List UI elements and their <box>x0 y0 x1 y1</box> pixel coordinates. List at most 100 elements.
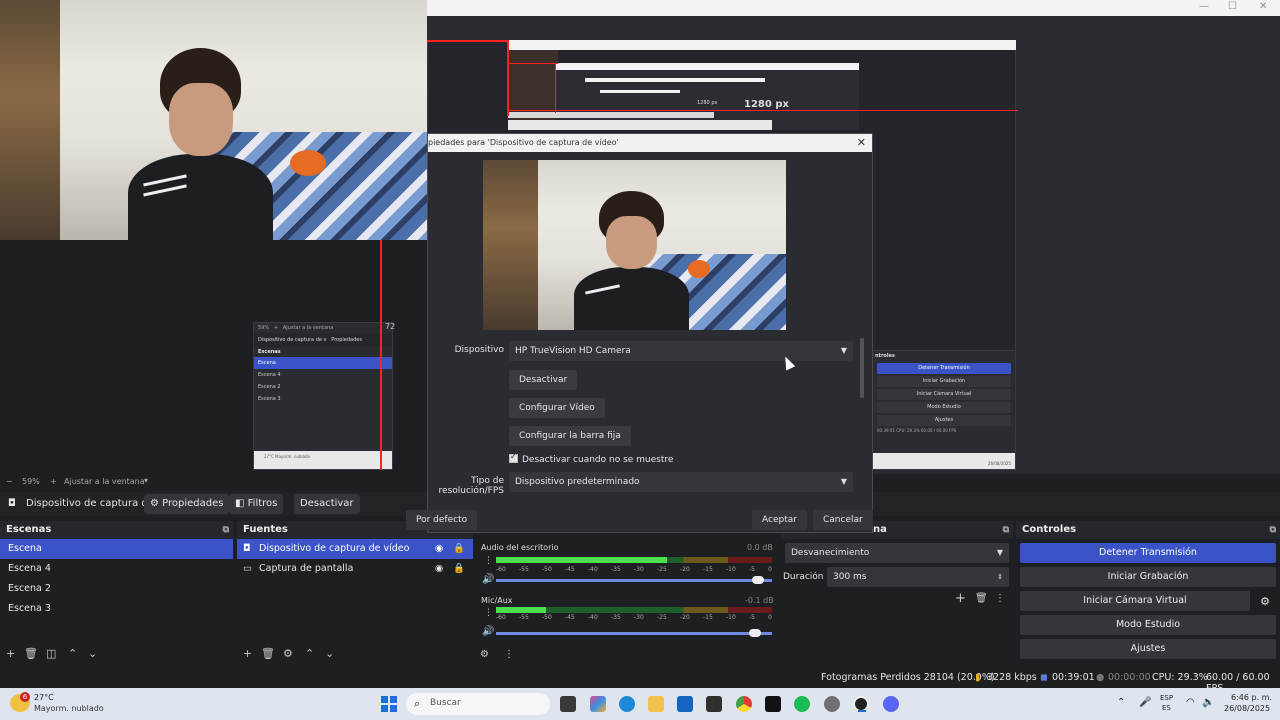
nested-source-name: Dispositivo de captura de v <box>258 337 327 343</box>
meter-tick-label: -5 <box>749 614 755 621</box>
add-icon[interactable]: + <box>6 647 15 660</box>
gear-icon[interactable]: ⚙ <box>1260 595 1270 608</box>
dialog-scrollbar[interactable] <box>860 338 864 398</box>
move-up-icon[interactable]: ⌃ <box>68 647 77 660</box>
volume-icon[interactable]: 🔈 <box>1202 697 1214 708</box>
add-icon[interactable]: + <box>243 647 252 660</box>
move-up-icon[interactable]: ⌃ <box>305 647 314 660</box>
resolution-value: Dispositivo predeterminado <box>515 477 640 487</box>
properties-button[interactable]: ⚙ Propiedades <box>144 494 230 514</box>
filter-icon[interactable]: ◫ <box>46 647 56 660</box>
cancel-button[interactable]: Cancelar <box>813 510 873 530</box>
mail-icon[interactable] <box>677 696 693 712</box>
accept-button[interactable]: Aceptar <box>752 510 807 530</box>
configure-video-button[interactable]: Configurar Vídeo <box>509 398 605 418</box>
transition-select[interactable]: Desvanecimiento ▼ <box>785 543 1009 563</box>
volume-knob[interactable] <box>751 576 764 584</box>
chevron-down-icon: ▼ <box>996 548 1003 557</box>
minimize-icon[interactable]: — <box>1199 1 1209 12</box>
maximize-icon[interactable]: ☐ <box>1228 1 1237 12</box>
taskbar-search[interactable]: ⌕ Buscar <box>406 693 550 715</box>
gear-icon[interactable]: ⚙ <box>283 647 293 660</box>
start-recording-button[interactable]: Iniciar Grabación <box>1020 567 1276 587</box>
device-select[interactable]: HP TrueVision HD Camera ▼ <box>509 341 853 361</box>
edge-icon[interactable] <box>619 696 635 712</box>
meter-tick-label: -25 <box>657 566 667 573</box>
duration-input[interactable]: 300 ms ⇕ <box>827 567 1009 587</box>
kebab-menu-icon[interactable]: ⋮ <box>484 608 493 618</box>
resolution-select[interactable]: Dispositivo predeterminado ▼ <box>509 472 853 492</box>
file-explorer-icon[interactable] <box>648 696 664 712</box>
fit-to-window[interactable]: Ajustar a la ventana <box>64 477 145 486</box>
clock-time[interactable]: 6:46 p. m. <box>1231 693 1272 702</box>
dock-menu-icon[interactable]: ⧉ <box>1003 521 1009 539</box>
deactivate-button[interactable]: Desactivar <box>294 494 360 514</box>
lock-icon[interactable]: 🔒 <box>453 559 465 579</box>
eye-icon[interactable]: ◉ <box>435 559 443 579</box>
zoom-plus-icon[interactable]: + <box>50 477 57 486</box>
mixer-settings-icon[interactable]: ⚙ <box>480 649 489 660</box>
move-down-icon[interactable]: ⌄ <box>325 647 334 660</box>
scene-item[interactable]: Escena 2 <box>0 579 233 599</box>
configure-crossbar-button[interactable]: Configurar la barra fija <box>509 426 631 446</box>
virtual-camera-button[interactable]: Iniciar Cámara Virtual <box>1020 591 1250 611</box>
volume-slider[interactable] <box>496 576 772 584</box>
source-item[interactable]: ▭ Captura de pantalla ◉ 🔒 <box>237 559 473 579</box>
move-down-icon[interactable]: ⌄ <box>88 647 97 660</box>
settings-button[interactable]: Ajustes <box>1020 639 1276 659</box>
keyboard-layout[interactable]: ES <box>1162 704 1171 712</box>
task-view-icon[interactable] <box>560 696 576 712</box>
filters-button[interactable]: ◧ Filtros <box>229 494 284 514</box>
dock-menu-icon[interactable]: ⧉ <box>1270 521 1276 539</box>
close-icon[interactable]: ✕ <box>1259 1 1267 12</box>
source-item[interactable]: ◘ Dispositivo de captura de vídeo ◉ 🔒 <box>237 539 473 559</box>
controls-dock: Controles ⧉ Detener Transmisión Iniciar G… <box>1016 521 1280 666</box>
defaults-button[interactable]: Por defecto <box>406 510 478 530</box>
store-icon[interactable] <box>706 696 722 712</box>
stop-stream-button[interactable]: Detener Transmisión <box>1020 543 1276 563</box>
record-time: 00:00:00 <box>1108 672 1151 683</box>
eye-icon[interactable]: ◉ <box>435 539 443 559</box>
discord-icon[interactable] <box>883 696 899 712</box>
meter-level <box>496 607 546 613</box>
chevron-up-icon[interactable]: ⌃ <box>1117 697 1125 708</box>
trash-icon[interactable]: 🗑 <box>975 593 988 604</box>
nested-titlebar-2 <box>556 63 859 70</box>
trash-icon[interactable]: 🗑 <box>261 647 275 660</box>
mixer-menu-icon[interactable]: ⋮ <box>504 649 514 660</box>
zoom-minus-icon[interactable]: − <box>6 477 13 486</box>
fit-dropdown-icon[interactable]: ▾ <box>144 476 148 485</box>
trash-icon[interactable]: 🗑 <box>24 647 38 660</box>
scene-item[interactable]: Escena 3 <box>0 599 233 619</box>
speaker-icon[interactable]: 🔊 <box>482 626 494 637</box>
microphone-icon[interactable]: 🎤 <box>1139 697 1151 708</box>
language-code[interactable]: ESP <box>1160 694 1173 702</box>
kebab-menu-icon[interactable]: ⋮ <box>484 556 493 566</box>
kebab-menu-icon[interactable]: ⋮ <box>995 593 1005 604</box>
speaker-icon[interactable]: 🔊 <box>482 574 494 585</box>
nested-date: 26/08/2025 <box>873 453 1015 469</box>
close-icon[interactable]: ✕ <box>857 134 866 152</box>
clock-date[interactable]: 26/08/2025 <box>1224 704 1270 713</box>
meter-tick-label: -60 <box>496 566 506 573</box>
terminal-icon[interactable] <box>765 696 781 712</box>
add-icon[interactable]: + <box>955 591 966 606</box>
settings-gear-icon[interactable] <box>824 696 840 712</box>
scene-item[interactable]: Escena <box>0 539 233 559</box>
wifi-icon[interactable]: ◠ <box>1186 697 1195 708</box>
windows-start-icon[interactable] <box>381 696 397 712</box>
volume-knob[interactable] <box>748 629 761 637</box>
scene-item[interactable]: Escena 4 <box>0 559 233 579</box>
dialog-camera-preview <box>483 160 786 330</box>
deactivate-when-hidden-checkbox[interactable]: Desactivar cuando no se muestre <box>509 452 673 465</box>
nested-titlebar-4 <box>600 90 680 93</box>
copilot-icon[interactable] <box>590 696 606 712</box>
deactivate-device-button[interactable]: Desactivar <box>509 370 578 390</box>
spotify-icon[interactable] <box>794 696 810 712</box>
chrome-icon[interactable] <box>736 696 752 712</box>
volume-slider[interactable] <box>496 629 772 637</box>
lock-icon[interactable]: 🔒 <box>453 539 465 559</box>
studio-mode-button[interactable]: Modo Estudio <box>1020 615 1276 635</box>
dock-menu-icon[interactable]: ⧉ <box>223 521 229 539</box>
stepper-icon[interactable]: ⇕ <box>997 567 1003 587</box>
